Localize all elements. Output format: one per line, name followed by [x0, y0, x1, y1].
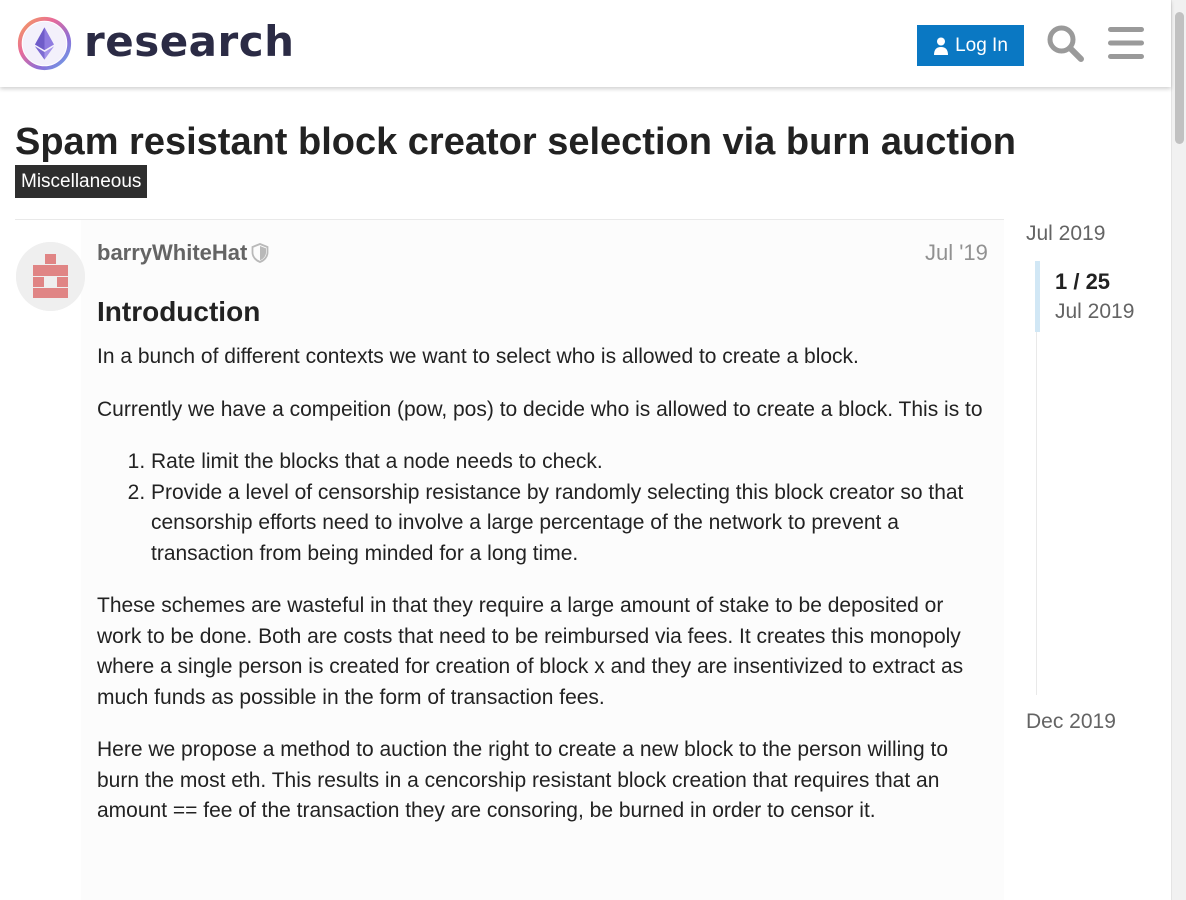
scrollbar-thumb[interactable]	[1175, 12, 1184, 144]
list-item: Provide a level of censorship resistance…	[151, 478, 987, 570]
post-paragraph: These schemes are wasteful in that they …	[97, 594, 964, 709]
timeline-start-date[interactable]: Jul 2019	[1026, 221, 1105, 247]
shield-icon	[251, 243, 269, 263]
login-button[interactable]: Log In	[917, 25, 1024, 66]
search-icon[interactable]	[1045, 23, 1085, 63]
ethereum-research-logo-icon	[17, 16, 72, 71]
post-paragraph: In a bunch of different contexts we want…	[97, 345, 859, 368]
identicon-avatar-icon	[16, 242, 85, 311]
timeline-handle[interactable]	[1035, 261, 1040, 332]
timeline-current-date: Jul 2019	[1055, 300, 1135, 323]
post-ordered-list: Rate limit the blocks that a node needs …	[151, 447, 987, 569]
site-name: research	[84, 16, 295, 66]
post-username[interactable]: barryWhiteHat	[97, 240, 247, 266]
timeline-position[interactable]: 1 / 25	[1055, 268, 1110, 296]
timeline-end-date[interactable]: Dec 2019	[1026, 709, 1116, 735]
topic-title[interactable]: Spam resistant block creator selection v…	[15, 120, 1016, 164]
user-icon	[934, 37, 949, 55]
site-logo[interactable]: research	[16, 15, 295, 72]
category-badge[interactable]: Miscellaneous	[15, 165, 148, 198]
post-paragraph: Here we propose a method to auction the …	[97, 738, 948, 822]
hamburger-menu-icon[interactable]	[1106, 23, 1146, 63]
page-scrollbar[interactable]	[1171, 0, 1186, 900]
post-heading: Introduction	[97, 296, 261, 327]
post-paragraph: Currently we have a compeition (pow, pos…	[97, 397, 983, 421]
site-header: research Log In	[0, 0, 1171, 87]
post-date[interactable]: Jul '19	[925, 240, 988, 266]
login-label: Log In	[955, 34, 1008, 56]
avatar[interactable]	[16, 242, 85, 311]
post-content: Introduction In a bunch of different con…	[97, 292, 987, 849]
list-item: Rate limit the blocks that a node needs …	[151, 447, 987, 478]
